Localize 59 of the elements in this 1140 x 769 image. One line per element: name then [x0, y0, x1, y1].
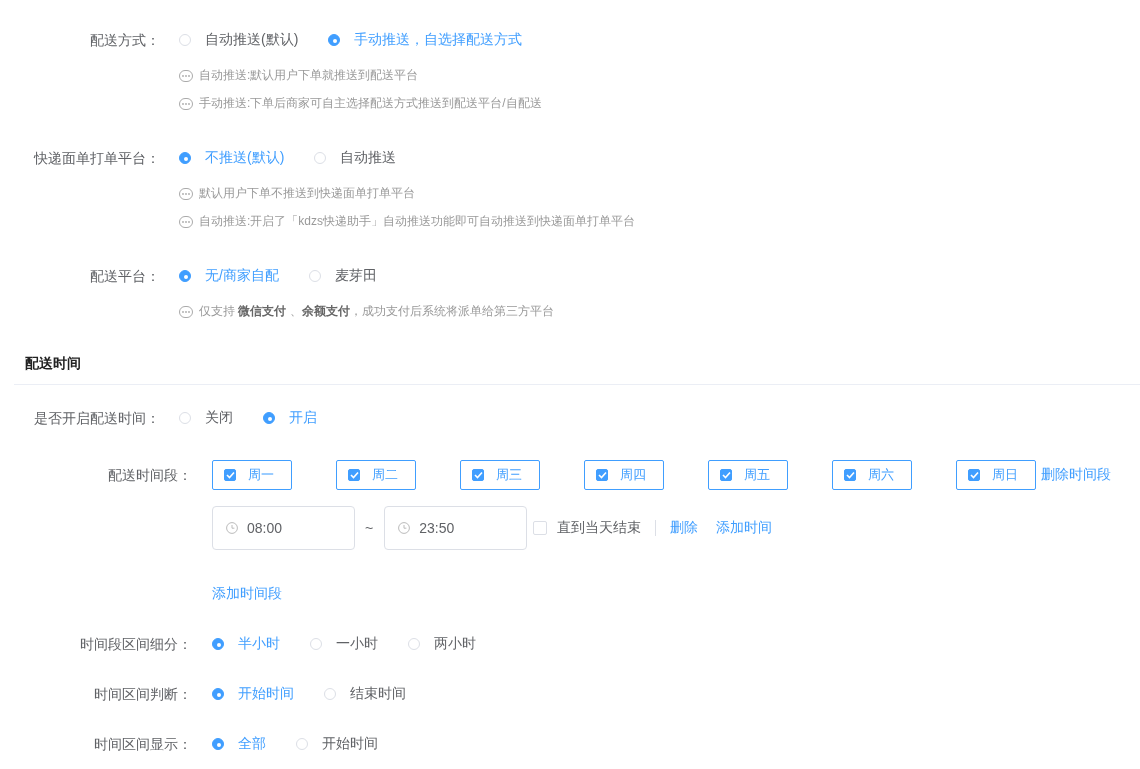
section-title: 配送时间: [14, 339, 1140, 385]
day-checkbox-button[interactable]: 周二: [336, 460, 416, 490]
radio-label[interactable]: 不推送(默认): [205, 149, 285, 167]
radio-label[interactable]: 无/商家自配: [205, 267, 279, 285]
range-separator: ~: [365, 520, 374, 536]
day-checkbox-button[interactable]: 周一: [212, 460, 292, 490]
time-input[interactable]: 08:00: [212, 506, 355, 550]
comment-icon: [179, 69, 193, 82]
delete-period-link[interactable]: 删除时间段: [1041, 466, 1111, 484]
radio-button[interactable]: [212, 688, 224, 700]
hint-text: 自动推送:默认用户下单就推送到配送平台: [199, 68, 419, 83]
comment-icon: [179, 97, 193, 110]
radio-label[interactable]: 结束时间: [350, 685, 406, 703]
radio-label[interactable]: 开启: [289, 409, 317, 427]
radio-label[interactable]: 一小时: [336, 635, 378, 653]
radio-label[interactable]: 两小时: [434, 635, 476, 653]
day-checkbox-button[interactable]: 周日: [956, 460, 1036, 490]
comment-icon: [179, 305, 193, 318]
delete-link[interactable]: 删除: [670, 519, 699, 537]
day-checkbox-button[interactable]: 周四: [584, 460, 664, 490]
radio-button[interactable]: [328, 34, 341, 46]
radio-button[interactable]: [179, 152, 191, 164]
field-label: 配送平台：: [89, 267, 161, 286]
radio-label[interactable]: 自动推送(默认): [205, 31, 299, 49]
add-time-link[interactable]: 添加时间: [716, 519, 773, 537]
radio-button[interactable]: [179, 270, 191, 282]
radio-label[interactable]: 自动推送: [340, 149, 397, 167]
day-checkbox-button[interactable]: 周三: [460, 460, 540, 490]
radio-label[interactable]: 开始时间: [238, 685, 294, 703]
radio-label[interactable]: 半小时: [238, 635, 280, 653]
field-label: 时间区间判断：: [93, 685, 193, 704]
radio-label[interactable]: 全部: [238, 735, 266, 753]
hint-text: 仅支持 微信支付 、余额支付，成功支付后系统将派单给第三方平台: [199, 304, 554, 319]
day-checkbox-button[interactable]: 周六: [832, 460, 912, 490]
hint-text: 默认用户下单不推送到快递面单打单平台: [199, 186, 415, 201]
field-label: 时间区间显示：: [93, 735, 193, 754]
checkbox-label[interactable]: 直到当天结束: [557, 519, 642, 537]
field-label: 快递面单打单平台：: [32, 149, 161, 168]
radio-label[interactable]: 麦芽田: [334, 267, 377, 285]
comment-icon: [179, 215, 193, 228]
field-label: 时间段区间细分：: [79, 635, 193, 654]
field-label: 配送时间段：: [107, 466, 193, 485]
comment-icon: [179, 187, 193, 200]
add-period-link[interactable]: 添加时间段: [212, 585, 282, 603]
radio-button[interactable]: [263, 412, 275, 424]
clock-icon: [226, 522, 238, 534]
hint-text: 手动推送:下单后商家可自主选择配送方式推送到配送平台/自配送: [199, 96, 542, 111]
clock-icon: [398, 522, 411, 534]
hint-text: 自动推送:开启了「kdzs快递助手」自动推送功能即可自动推送到快递面单打单平台: [199, 214, 635, 229]
radio-label[interactable]: 开始时间: [322, 735, 378, 753]
radio-label[interactable]: 关闭: [205, 409, 233, 427]
field-label: 是否开启配送时间：: [33, 409, 161, 428]
radio-button[interactable]: [212, 738, 224, 750]
radio-label[interactable]: 手动推送，自选择配送方式: [354, 31, 523, 49]
day-checkbox-button[interactable]: 周五: [708, 460, 788, 490]
checkbox[interactable]: [533, 521, 548, 535]
radio-button[interactable]: [212, 638, 224, 650]
time-input[interactable]: 23:50: [384, 506, 528, 550]
field-label: 配送方式：: [89, 31, 161, 50]
